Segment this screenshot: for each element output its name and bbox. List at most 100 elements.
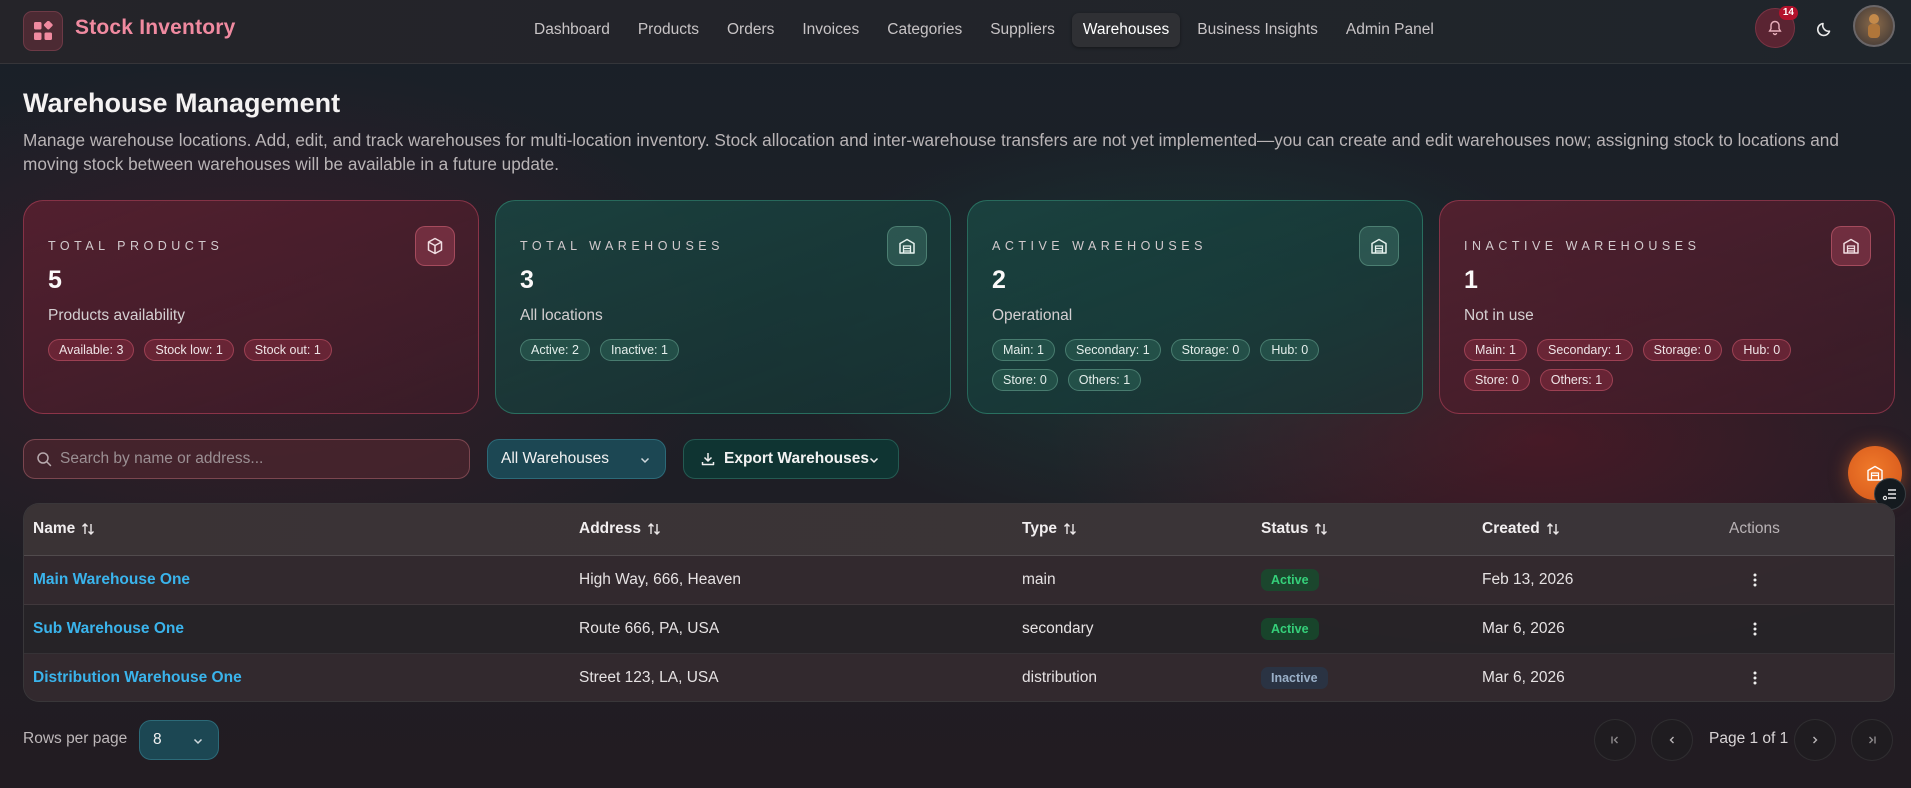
warehouse-name-link[interactable]: Distribution Warehouse One bbox=[33, 669, 242, 687]
next-page-button[interactable] bbox=[1794, 719, 1836, 761]
card-label: Inactive Warehouses bbox=[1464, 239, 1701, 253]
more-vertical-icon bbox=[1753, 671, 1757, 685]
download-icon bbox=[701, 453, 715, 466]
card-value: 2 bbox=[992, 266, 1006, 294]
search-input[interactable] bbox=[60, 440, 460, 478]
card-total-products: Total Products 5 Products availability A… bbox=[23, 200, 479, 414]
more-vertical-icon bbox=[1753, 573, 1757, 587]
chip-available: Available: 3 bbox=[48, 339, 135, 361]
sort-icon bbox=[648, 523, 661, 535]
chip-stock-low: Stock low: 1 bbox=[144, 339, 234, 361]
avatar-image-icon bbox=[1868, 14, 1880, 38]
card-inactive-warehouses: Inactive Warehouses 1 Not in use Main: 1… bbox=[1439, 200, 1895, 414]
nav-item-orders[interactable]: Orders bbox=[716, 13, 785, 47]
chip-main: Main: 1 bbox=[1464, 339, 1527, 361]
nav-item-products[interactable]: Products bbox=[627, 13, 710, 47]
column-header-label: Created bbox=[1482, 520, 1540, 537]
warehouse-address: Street 123, LA, USA bbox=[579, 669, 719, 686]
warehouse-icon bbox=[1831, 226, 1871, 266]
column-header-label: Status bbox=[1261, 520, 1309, 537]
nav-item-admin-panel[interactable]: Admin Panel bbox=[1335, 13, 1445, 47]
notifications-button[interactable]: 14 bbox=[1755, 6, 1798, 48]
column-header-label: Address bbox=[579, 520, 642, 537]
warehouse-icon bbox=[1359, 226, 1399, 266]
card-value: 3 bbox=[520, 266, 534, 294]
chip-storage: Storage: 0 bbox=[1642, 339, 1723, 361]
chip-store: Store: 0 bbox=[1464, 369, 1530, 391]
table-row[interactable]: Distribution Warehouse One Street 123, L… bbox=[24, 654, 1894, 701]
previous-page-button[interactable] bbox=[1651, 719, 1693, 761]
cube-icon bbox=[415, 226, 455, 266]
nav-item-business-insights[interactable]: Business Insights bbox=[1186, 13, 1329, 47]
column-header-actions: Actions bbox=[1729, 520, 1780, 537]
sort-icon bbox=[1064, 523, 1077, 535]
top-navbar: Stock Inventory Dashboard Products Order… bbox=[0, 0, 1911, 64]
nav-item-warehouses[interactable]: Warehouses bbox=[1071, 13, 1181, 47]
first-page-button[interactable] bbox=[1594, 719, 1636, 761]
chip-hub: Hub: 0 bbox=[1260, 339, 1320, 361]
page-description: Manage warehouse locations. Add, edit, a… bbox=[23, 130, 1839, 174]
chip-storage: Storage: 0 bbox=[1170, 339, 1251, 361]
row-actions-button[interactable] bbox=[1745, 619, 1765, 639]
card-label: Active Warehouses bbox=[992, 239, 1207, 253]
warehouse-created-date: Mar 6, 2026 bbox=[1482, 669, 1565, 686]
sort-icon bbox=[1315, 523, 1328, 535]
chip-secondary: Secondary: 1 bbox=[1537, 339, 1633, 361]
warehouse-name-link[interactable]: Main Warehouse One bbox=[33, 571, 190, 589]
table-row[interactable]: Sub Warehouse One Route 666, PA, USA sec… bbox=[24, 605, 1894, 654]
column-header-label: Name bbox=[33, 520, 76, 537]
card-subtitle: Not in use bbox=[1464, 307, 1534, 324]
warehouse-address: Route 666, PA, USA bbox=[579, 620, 720, 637]
rows-per-page-select[interactable]: 8 bbox=[139, 720, 219, 760]
chevron-right-icon bbox=[1813, 736, 1818, 744]
page-title: Warehouse Management bbox=[23, 88, 341, 118]
chevron-down-icon bbox=[193, 738, 203, 745]
card-value: 5 bbox=[48, 266, 62, 294]
rows-per-page-label: Rows per page bbox=[23, 730, 128, 747]
chip-main: Main: 1 bbox=[992, 339, 1055, 361]
chip-inactive: Inactive: 1 bbox=[599, 339, 679, 361]
user-avatar[interactable] bbox=[1853, 5, 1895, 47]
table-header: Name Address Type Status Created Actions bbox=[24, 504, 1894, 556]
chip-others: Others: 1 bbox=[1067, 369, 1142, 391]
list-settings-icon bbox=[1882, 489, 1896, 501]
column-header-label: Type bbox=[1022, 520, 1058, 537]
app-logo-icon[interactable] bbox=[23, 11, 63, 51]
warehouse-name-link[interactable]: Sub Warehouse One bbox=[33, 620, 184, 638]
sort-icon bbox=[82, 523, 95, 535]
card-total-warehouses: Total Warehouses 3 All locations Active:… bbox=[495, 200, 951, 414]
column-header-type[interactable]: Type bbox=[1022, 520, 1077, 538]
nav-item-suppliers[interactable]: Suppliers bbox=[979, 13, 1066, 47]
last-page-button[interactable] bbox=[1851, 719, 1893, 761]
export-warehouses-button[interactable]: Export Warehouses bbox=[683, 439, 899, 479]
row-actions-button[interactable] bbox=[1745, 668, 1765, 688]
rows-per-page-value: 8 bbox=[153, 731, 162, 748]
nav-item-dashboard[interactable]: Dashboard bbox=[523, 13, 621, 47]
warehouse-type: main bbox=[1022, 571, 1056, 588]
card-label: Total Warehouses bbox=[520, 239, 724, 253]
status-badge: Active bbox=[1261, 569, 1319, 591]
column-header-status[interactable]: Status bbox=[1261, 520, 1328, 538]
nav-item-categories[interactable]: Categories bbox=[876, 13, 973, 47]
status-badge: Active bbox=[1261, 618, 1319, 640]
chip-hub: Hub: 0 bbox=[1732, 339, 1792, 361]
app-brand-title[interactable]: Stock Inventory bbox=[75, 16, 236, 40]
warehouse-filter-select[interactable]: All Warehouses bbox=[487, 439, 666, 479]
theme-toggle-button[interactable] bbox=[1815, 17, 1837, 39]
table-row[interactable]: Main Warehouse One High Way, 666, Heaven… bbox=[24, 556, 1894, 605]
column-header-name[interactable]: Name bbox=[33, 520, 95, 538]
column-header-address[interactable]: Address bbox=[579, 520, 661, 538]
export-button-label: Export Warehouses bbox=[724, 450, 869, 467]
card-subtitle: Products availability bbox=[48, 307, 185, 324]
bell-icon bbox=[1768, 20, 1782, 36]
chevron-down-icon bbox=[869, 457, 879, 464]
warehouse-address: High Way, 666, Heaven bbox=[579, 571, 741, 588]
warehouse-filter-value: All Warehouses bbox=[501, 450, 609, 467]
chip-store: Store: 0 bbox=[992, 369, 1058, 391]
chevron-left-icon bbox=[1669, 736, 1674, 744]
warehouse-type: distribution bbox=[1022, 669, 1097, 686]
row-actions-button[interactable] bbox=[1745, 570, 1765, 590]
column-header-created[interactable]: Created bbox=[1482, 520, 1560, 538]
more-vertical-icon bbox=[1753, 622, 1757, 636]
nav-item-invoices[interactable]: Invoices bbox=[791, 13, 870, 47]
